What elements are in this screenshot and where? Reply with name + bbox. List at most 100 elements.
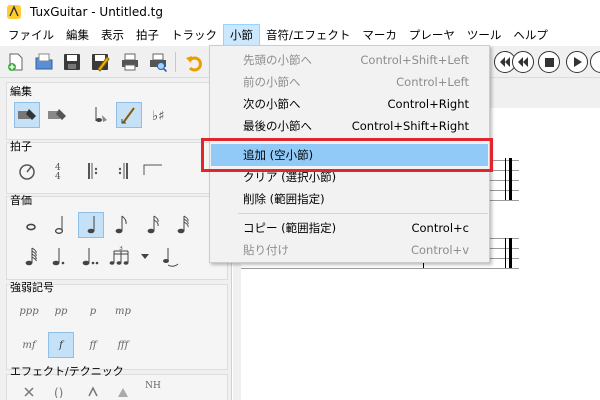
- tempo-button[interactable]: [14, 158, 40, 184]
- metronome-icon: [19, 164, 35, 180]
- menu-item-remove-measure[interactable]: 削除 (範囲指定): [211, 188, 488, 210]
- undo-icon: [186, 56, 202, 72]
- menu-item-label: 前の小節へ: [243, 75, 301, 89]
- section-label-edit: 編集: [10, 85, 32, 98]
- menu-tools[interactable]: ツール: [461, 24, 508, 46]
- open-file-icon: [35, 53, 53, 70]
- menu-item-label: 削除 (範囲指定): [243, 192, 325, 206]
- time-signature-icon: 44: [55, 163, 61, 181]
- tab-end-barline: [509, 238, 512, 268]
- menu-player[interactable]: プレーヤ: [403, 24, 461, 46]
- alternative-ending-icon: [143, 164, 162, 175]
- dynamic-ppp-button[interactable]: ppp: [16, 298, 42, 324]
- menu-item-next-measure[interactable]: 次の小節へ Control+Right: [211, 93, 488, 115]
- accent-icon: [88, 386, 98, 397]
- menu-item-label: 最後の小節へ: [243, 119, 312, 133]
- menu-item-first-measure[interactable]: 先頭の小節へ Control+Shift+Left: [211, 49, 488, 71]
- menu-composition[interactable]: 拍子: [130, 24, 165, 46]
- tuplet-dropdown-button[interactable]: [138, 244, 152, 270]
- sixteenth-note-icon: [147, 215, 159, 234]
- section-label-effects: エフェクト/テクニック: [10, 365, 124, 378]
- barline: [505, 158, 506, 200]
- natural-harmonic-button[interactable]: NH: [140, 378, 166, 394]
- dynamic-fff-button[interactable]: fff: [110, 332, 136, 358]
- menu-item-shortcut: Control+Shift+Left: [360, 53, 469, 67]
- save-as-icon: [92, 54, 110, 72]
- whole-note-icon: [26, 223, 36, 231]
- heavy-accent-icon: [118, 388, 128, 397]
- stop-button[interactable]: [538, 51, 560, 73]
- time-signature-button[interactable]: 44: [46, 158, 72, 184]
- menu-item-previous-measure[interactable]: 前の小節へ Control+Left: [211, 71, 488, 93]
- thirty-second-note-button[interactable]: [170, 212, 196, 238]
- repeat-close-button[interactable]: [110, 158, 136, 184]
- repeat-close-icon: [118, 163, 128, 179]
- dynamic-f-button[interactable]: f: [48, 332, 74, 358]
- double-dotted-note-button[interactable]: [78, 244, 104, 270]
- menu-item-shortcut: Control+Right: [387, 97, 470, 111]
- svg-text:4: 4: [55, 172, 61, 181]
- svg-text:♭♯: ♭♯: [152, 109, 164, 124]
- print-icon: [122, 53, 138, 71]
- repeat-open-button[interactable]: [80, 158, 106, 184]
- tuplet-button[interactable]: 3: [108, 244, 134, 270]
- half-note-button[interactable]: [46, 212, 72, 238]
- dead-note-button[interactable]: [16, 384, 42, 400]
- section-label-composition: 拍子: [10, 140, 32, 153]
- previous-icon: [500, 57, 510, 67]
- menu-item-shortcut: Control+Left: [396, 75, 469, 89]
- voice-2-button[interactable]: [116, 102, 142, 128]
- menu-track[interactable]: トラック: [165, 24, 223, 46]
- undo-button[interactable]: [182, 50, 206, 74]
- print-preview-button[interactable]: [146, 50, 170, 74]
- menu-measure[interactable]: 小節: [223, 24, 260, 46]
- rewind-button[interactable]: [512, 51, 534, 73]
- save-as-button[interactable]: [88, 50, 112, 74]
- print-button[interactable]: [118, 50, 142, 74]
- menu-view[interactable]: 表示: [95, 24, 130, 46]
- toolbar-separator: [175, 52, 176, 72]
- tab-barline: [505, 238, 506, 268]
- sixty-fourth-note-button[interactable]: [18, 244, 44, 270]
- whole-note-button[interactable]: [18, 212, 44, 238]
- dynamic-p-button[interactable]: p: [80, 298, 106, 324]
- menu-item-last-measure[interactable]: 最後の小節へ Control+Shift+Right: [211, 115, 488, 137]
- dotted-note-button[interactable]: [46, 244, 72, 270]
- edit-mode-button[interactable]: [14, 102, 40, 128]
- dynamic-pp-button[interactable]: pp: [48, 298, 74, 324]
- menu-item-shortcut: Control+Shift+Right: [351, 119, 469, 133]
- menu-item-shortcut: Control+c: [411, 221, 469, 235]
- play-button[interactable]: [566, 51, 588, 73]
- key-signature-button[interactable]: ♭♯: [148, 102, 174, 128]
- accent-button[interactable]: [80, 384, 106, 400]
- sharp-flat-icon: ♭♯: [152, 109, 164, 124]
- new-file-button[interactable]: [4, 50, 28, 74]
- menu-item-copy-measure[interactable]: コピー (範囲指定) Control+c: [211, 217, 488, 239]
- menu-help[interactable]: ヘルプ: [507, 24, 554, 46]
- tie-button[interactable]: [158, 244, 184, 270]
- save-button[interactable]: [60, 50, 84, 74]
- next-measure-button[interactable]: [590, 51, 600, 73]
- ghost-note-button[interactable]: (): [48, 384, 74, 400]
- open-file-button[interactable]: [32, 50, 56, 74]
- dynamic-mp-button[interactable]: mp: [110, 298, 136, 324]
- dynamic-ff-button[interactable]: ff: [80, 332, 106, 358]
- menu-item-paste-measure[interactable]: 貼り付け Control+v: [211, 239, 488, 261]
- menu-file[interactable]: ファイル: [2, 24, 60, 46]
- section-label-dynamics: 強弱記号: [10, 281, 54, 294]
- title-bar: TuxGuitar - Untitled.tg: [0, 0, 600, 24]
- voice-1-button[interactable]: [86, 102, 112, 128]
- svg-text:(): (): [54, 386, 63, 398]
- sixteenth-note-button[interactable]: [140, 212, 166, 238]
- heavy-accent-button[interactable]: [110, 384, 136, 400]
- dynamic-mf-button[interactable]: mf: [16, 332, 42, 358]
- edit-mode-icon: [18, 109, 36, 120]
- menu-edit[interactable]: 編集: [60, 24, 95, 46]
- menu-marker[interactable]: マーカ: [356, 24, 403, 46]
- natural-key-mode-button[interactable]: [44, 102, 70, 128]
- menu-note-effect[interactable]: 音符/エフェクト: [260, 24, 356, 46]
- alternative-ending-button[interactable]: [140, 158, 166, 184]
- eighth-note-button[interactable]: [108, 212, 134, 238]
- end-barline: [509, 158, 512, 200]
- quarter-note-button[interactable]: [78, 212, 104, 238]
